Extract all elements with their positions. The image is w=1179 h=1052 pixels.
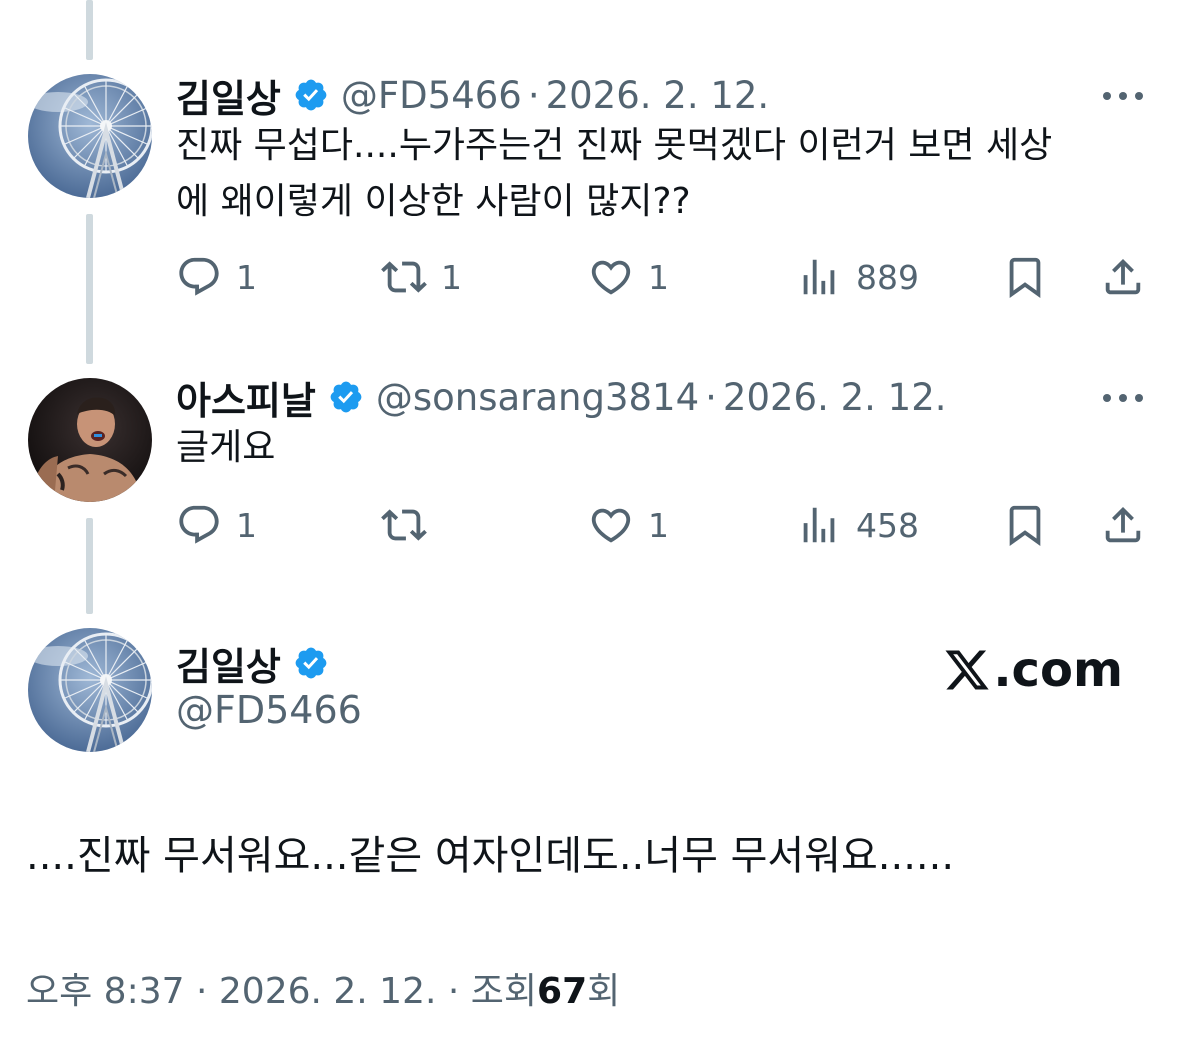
tweet-footer: 오후 8:37 · 2026. 2. 12. · 조회67회 xyxy=(26,962,620,1014)
footer-separator: · xyxy=(447,971,460,1012)
handle[interactable]: @FD5466 xyxy=(341,74,522,117)
avatar-reply-1[interactable] xyxy=(28,74,152,198)
bookmark-button[interactable] xyxy=(1002,500,1048,550)
bookmark-icon xyxy=(1009,505,1041,546)
reply-button[interactable]: 1 xyxy=(176,500,257,550)
handle[interactable]: @sonsarang3814 xyxy=(376,376,699,419)
thread-line-top xyxy=(86,0,93,60)
timestamp[interactable]: 2026. 2. 12. xyxy=(723,376,947,419)
reply-icon xyxy=(179,257,219,296)
tweet-text-line: 진짜 무섭다....누가주는건 진짜 못먹겠다 이런거 보면 세상 xyxy=(176,125,1053,166)
ferris-wheel-avatar xyxy=(28,628,152,752)
more-options-icon[interactable] xyxy=(1099,88,1147,104)
bookmark-icon xyxy=(1009,257,1041,298)
views-icon xyxy=(803,507,835,543)
views-button[interactable]: 889 xyxy=(796,252,919,302)
avatar-main[interactable] xyxy=(28,628,152,752)
heart-icon xyxy=(591,508,631,543)
main-tweet-header: 김일상 xyxy=(176,636,341,690)
post-date[interactable]: 2026. 2. 12. xyxy=(219,971,437,1012)
display-name[interactable]: 아스피날 xyxy=(176,370,316,425)
tweet-text-line: 글게요 xyxy=(176,427,276,468)
like-count: 1 xyxy=(648,257,669,297)
bookmark-button[interactable] xyxy=(1002,252,1048,302)
like-button[interactable]: 1 xyxy=(588,500,669,550)
action-bar: 1 1 1 889 xyxy=(176,252,1151,302)
views-total: 67 xyxy=(537,971,588,1012)
like-button[interactable]: 1 xyxy=(588,252,669,302)
thread-line-1 xyxy=(86,214,93,364)
main-tweet-text: ....진짜 무서워요...같은 여자인데도..너무 무서워요...... xyxy=(26,833,955,879)
x-logo-icon xyxy=(945,650,989,690)
views-suffix: 회 xyxy=(587,971,621,1012)
reply-count: 1 xyxy=(236,257,257,297)
avatar-reply-2[interactable] xyxy=(28,378,152,502)
share-button[interactable] xyxy=(1100,252,1146,302)
timestamp[interactable]: 2026. 2. 12. xyxy=(546,74,770,117)
meta-separator: · xyxy=(527,73,540,117)
meta-separator: · xyxy=(705,375,717,419)
views-icon xyxy=(803,259,835,295)
verified-badge-icon xyxy=(293,77,329,113)
repost-button[interactable]: 1 xyxy=(381,252,462,302)
tweet-text: 글게요 xyxy=(176,420,275,476)
views-label: 조회 xyxy=(470,971,538,1012)
like-count: 1 xyxy=(648,505,669,545)
ferris-wheel-avatar xyxy=(28,74,152,198)
reply-button[interactable]: 1 xyxy=(176,252,257,302)
tweet-text: 진짜 무섭다....누가주는건 진짜 못먹겠다 이런거 보면 세상 에 왜이렇게… xyxy=(176,118,1052,230)
action-bar: 1 1 458 xyxy=(176,500,1151,550)
brand-domain: .com xyxy=(993,642,1123,698)
views-button[interactable]: 458 xyxy=(796,500,919,550)
views-count: 889 xyxy=(856,257,919,297)
post-time[interactable]: 오후 8:37 xyxy=(26,971,185,1012)
reply-1-header: 김일상 @FD5466 · 2026. 2. 12. xyxy=(176,68,770,123)
fighter-avatar xyxy=(28,378,152,502)
heart-icon xyxy=(591,260,631,295)
thread-line-2 xyxy=(86,518,93,614)
tweet-text-line: 에 왜이렇게 이상한 사람이 많지?? xyxy=(176,181,691,222)
repost-count: 1 xyxy=(441,257,462,297)
reply-icon xyxy=(179,505,219,544)
repost-button[interactable] xyxy=(381,500,441,550)
views-count: 458 xyxy=(856,505,919,545)
display-name[interactable]: 김일상 xyxy=(176,636,281,691)
repost-icon xyxy=(381,509,427,541)
share-icon xyxy=(1105,258,1141,295)
handle[interactable]: @FD5466 xyxy=(176,688,362,732)
reply-count: 1 xyxy=(236,505,257,545)
footer-separator: · xyxy=(195,971,208,1012)
reply-2-header: 아스피날 @sonsarang3814 · 2026. 2. 12. xyxy=(176,370,947,425)
share-button[interactable] xyxy=(1100,500,1146,550)
repost-icon xyxy=(381,261,427,293)
share-icon xyxy=(1105,506,1141,543)
more-options-icon[interactable] xyxy=(1099,390,1147,406)
verified-badge-icon xyxy=(328,379,364,415)
verified-badge-icon xyxy=(293,645,329,681)
x-brand-logo: .com xyxy=(943,640,1123,700)
display-name[interactable]: 김일상 xyxy=(176,68,281,123)
